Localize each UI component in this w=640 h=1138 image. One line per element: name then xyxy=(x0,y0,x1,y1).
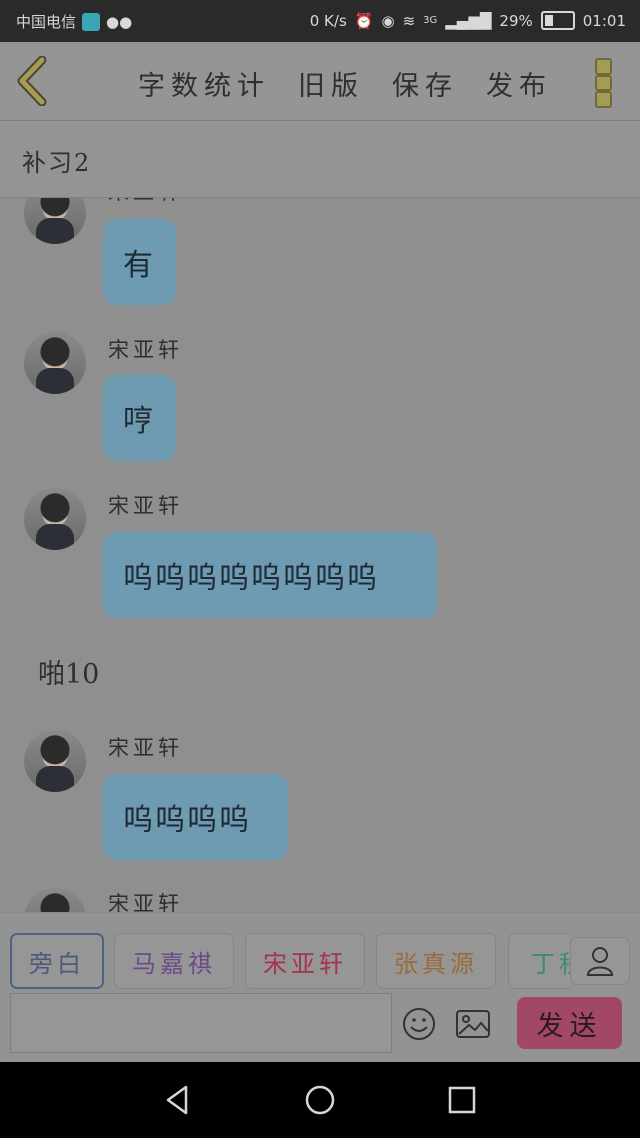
avatar[interactable] xyxy=(24,888,86,912)
eye-icon: ◉ xyxy=(381,11,395,30)
character-chip[interactable]: 马嘉祺 xyxy=(114,933,234,989)
image-button[interactable] xyxy=(455,1009,491,1039)
sender-name: 宋亚轩 xyxy=(108,494,183,518)
message-input[interactable] xyxy=(10,993,392,1053)
net-speed: 0 K/s xyxy=(309,11,347,30)
character-name: 张真源 xyxy=(394,949,478,978)
more-dot-icon xyxy=(595,91,612,109)
chapter-title-bar[interactable]: 补习2 xyxy=(0,121,640,198)
avatar[interactable] xyxy=(24,332,86,394)
character-selector[interactable]: 旁白 马嘉祺 宋亚轩 张真源 丁程鑫 xyxy=(10,933,570,993)
character-chip[interactable]: 张真源 xyxy=(376,933,496,989)
clock: 01:01 xyxy=(582,11,626,30)
sender-name: 宋亚轩 xyxy=(108,198,183,206)
sender-name: 宋亚轩 xyxy=(108,338,183,362)
status-right: 0 K/s ⏰ ◉ ≋ 3G ▂▄▆█ 29% 01:01 xyxy=(310,11,626,30)
message-bubble[interactable]: 呜呜呜呜 xyxy=(103,774,288,860)
old-version-button[interactable]: 旧版 xyxy=(298,64,364,103)
character-chip[interactable]: 丁程鑫 xyxy=(508,933,570,989)
sender-name: 宋亚轩 xyxy=(108,892,183,912)
publish-button[interactable]: 发布 xyxy=(486,64,552,103)
person-icon xyxy=(586,947,614,976)
nav-home-icon[interactable] xyxy=(304,1084,336,1116)
character-name: 马嘉祺 xyxy=(132,949,216,978)
avatar[interactable] xyxy=(24,730,86,792)
character-name: 宋亚轩 xyxy=(263,949,347,978)
compose-panel: 旁白 马嘉祺 宋亚轩 张真源 丁程鑫 发送 xyxy=(0,912,640,1063)
back-button[interactable] xyxy=(12,56,56,106)
wechat-icon: ●● xyxy=(106,12,133,31)
save-button[interactable]: 保存 xyxy=(392,64,458,103)
avatar[interactable] xyxy=(24,488,86,550)
message-bubble[interactable]: 哼 xyxy=(103,375,176,461)
more-dot-icon xyxy=(595,74,612,92)
wifi-icon: ≋ xyxy=(402,11,416,30)
character-name: 丁程鑫 xyxy=(531,949,570,978)
avatar[interactable] xyxy=(24,198,86,244)
word-count-button[interactable]: 字数统计 xyxy=(138,64,270,103)
battery-percent: 29% xyxy=(499,11,533,30)
carrier-label: 中国电信 xyxy=(16,13,77,31)
character-chip[interactable]: 宋亚轩 xyxy=(245,933,365,989)
battery-icon xyxy=(540,11,575,30)
message-bubble[interactable]: 有 xyxy=(103,219,176,305)
editor-toolbar: 字数统计 旧版 保存 发布 xyxy=(0,42,640,121)
chat-area[interactable]: 宋亚轩 有 宋亚轩 哼 宋亚轩 呜呜呜呜呜呜呜呜 啪10 宋亚轩 呜呜呜呜 宋亚… xyxy=(0,198,640,912)
toolbar-actions: 字数统计 旧版 保存 发布 xyxy=(138,64,552,103)
character-chip-narrator[interactable]: 旁白 xyxy=(10,933,104,989)
narration-text[interactable]: 啪10 xyxy=(38,652,99,691)
shield-icon xyxy=(82,12,101,31)
status-bar: 中国电信 ●● 0 K/s ⏰ ◉ ≋ 3G ▂▄▆█ 29% 01:01 xyxy=(0,0,640,42)
character-name: 旁白 xyxy=(29,949,85,978)
send-button[interactable]: 发送 xyxy=(517,997,622,1049)
alarm-icon: ⏰ xyxy=(354,11,374,30)
sender-name: 宋亚轩 xyxy=(108,736,183,760)
system-nav-bar xyxy=(0,1062,640,1138)
message-bubble[interactable]: 呜呜呜呜呜呜呜呜 xyxy=(103,532,437,618)
signal-icon: ▂▄▆█ xyxy=(445,11,492,30)
nav-back-icon[interactable] xyxy=(162,1084,194,1116)
nav-recents-icon[interactable] xyxy=(446,1084,478,1116)
status-left: 中国电信 ●● xyxy=(16,11,132,32)
more-menu-button[interactable] xyxy=(595,58,613,109)
add-character-button[interactable] xyxy=(570,937,630,985)
emoji-button[interactable] xyxy=(402,1007,436,1041)
network-type: 3G xyxy=(423,15,438,26)
more-dot-icon xyxy=(595,58,612,75)
chapter-title: 补习2 xyxy=(22,149,92,177)
